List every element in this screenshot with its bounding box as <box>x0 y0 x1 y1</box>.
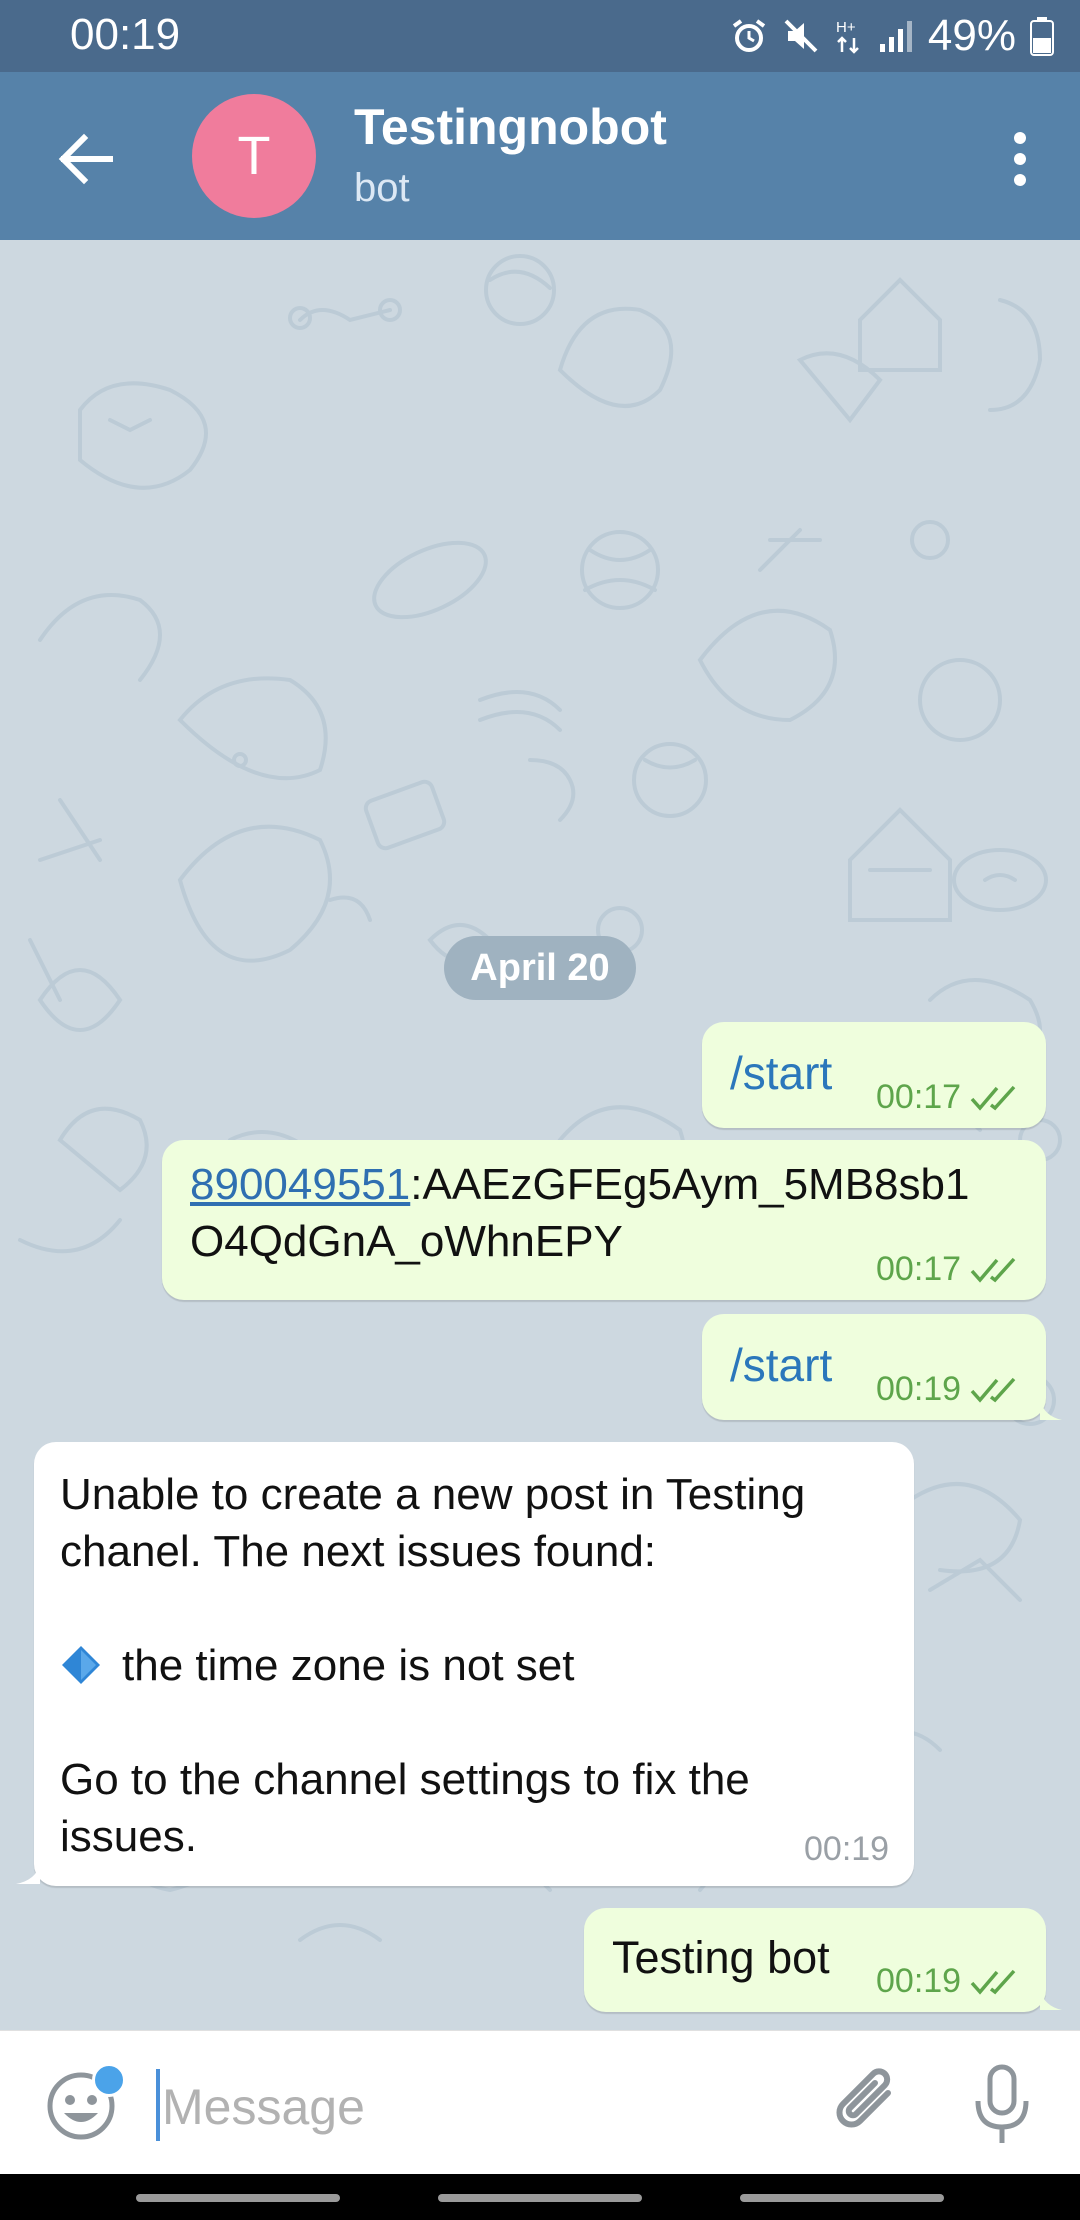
more-options-icon[interactable] <box>1000 124 1040 194</box>
message-composer <box>0 2030 1080 2175</box>
message-time: 00:19 <box>876 1370 962 1408</box>
bubble-tail <box>1040 1400 1062 1420</box>
nav-back[interactable] <box>740 2194 944 2202</box>
nav-home[interactable] <box>438 2194 642 2202</box>
signal-icon <box>879 21 912 52</box>
avatar[interactable]: T <box>192 94 316 218</box>
chat-subtitle: bot <box>354 166 410 210</box>
system-navigation-bar <box>0 2174 1080 2220</box>
chat-title[interactable]: Testingnobot <box>354 98 667 156</box>
avatar-letter: T <box>237 126 271 186</box>
double-check-icon <box>970 1085 1016 1111</box>
bubble-tail <box>1040 1990 1062 2010</box>
message-text[interactable]: 890049551:AAEzGFEg5Aym_5MB8sb1 O4QdGnA_o… <box>190 1156 969 1270</box>
battery-percent: 49% <box>927 11 1016 60</box>
back-arrow-icon[interactable] <box>50 124 120 194</box>
message-text[interactable]: Unable to create a new post in Testing c… <box>60 1466 805 1865</box>
message-time: 00:19 <box>804 1830 890 1868</box>
bot-command-link[interactable]: /start <box>730 1046 832 1100</box>
outgoing-message[interactable]: Testing bot 00:19 <box>584 1908 1046 2012</box>
message-text-line: O4QdGnA_oWhnEPY <box>190 1217 623 1266</box>
outgoing-message[interactable]: /start 00:17 <box>702 1022 1046 1128</box>
message-time: 00:17 <box>876 1250 962 1288</box>
svg-text:H+: H+ <box>836 19 856 36</box>
mute-icon <box>784 19 818 53</box>
nav-recents[interactable] <box>136 2194 340 2202</box>
chat-header: T Testingnobot bot <box>0 72 1080 240</box>
message-meta: 00:17 <box>876 1250 1019 1289</box>
battery-icon <box>1030 17 1054 56</box>
notification-dot <box>92 2063 126 2097</box>
message-meta: 00:19 <box>876 1962 1019 2001</box>
phone-number-link[interactable]: 890049551 <box>190 1160 410 1209</box>
message-text[interactable]: Testing bot <box>612 1932 830 1984</box>
message-text-line: Go to the channel settings to fix the <box>60 1755 750 1804</box>
network-hplus-icon: H+ <box>836 19 859 54</box>
status-icons: H+ 49% <box>730 11 1054 60</box>
chat-area[interactable]: April 20 /start 00:17 890049551:AAEzGFEg… <box>0 240 1080 2030</box>
double-check-icon <box>970 1257 1016 1283</box>
message-meta: 00:19 <box>876 1370 1019 1409</box>
microphone-icon[interactable] <box>968 2061 1036 2149</box>
bubble-tail <box>16 1864 40 1884</box>
blue-diamond-icon <box>60 1643 102 1685</box>
alarm-icon <box>732 19 766 52</box>
message-text-line: :AAEzGFEg5Aym_5MB8sb1 <box>410 1160 970 1209</box>
message-input[interactable] <box>160 2071 724 2143</box>
message-text-line: issues. <box>60 1812 197 1861</box>
message-text-line: Unable to create a new post in Testing <box>60 1470 806 1519</box>
double-check-icon <box>970 1377 1016 1403</box>
double-check-icon <box>970 1969 1016 1995</box>
outgoing-message[interactable]: /start 00:19 <box>702 1314 1046 1420</box>
message-text-line: chanel. The next issues found: <box>60 1527 657 1576</box>
bot-command-link[interactable]: /start <box>730 1338 832 1392</box>
status-time: 00:19 <box>70 10 181 59</box>
outgoing-message[interactable]: 890049551:AAEzGFEg5Aym_5MB8sb1 O4QdGnA_o… <box>162 1140 1046 1300</box>
message-time: 00:19 <box>876 1962 962 2000</box>
attach-paperclip-icon[interactable] <box>826 2063 906 2147</box>
date-separator: April 20 <box>444 936 636 1000</box>
incoming-message[interactable]: Unable to create a new post in Testing c… <box>34 1442 914 1886</box>
message-text-line: the time zone is not set <box>122 1641 575 1690</box>
message-time: 00:17 <box>876 1078 962 1116</box>
message-meta: 00:17 <box>876 1078 1019 1117</box>
status-bar: 00:19 H+ 49% <box>0 0 1080 72</box>
